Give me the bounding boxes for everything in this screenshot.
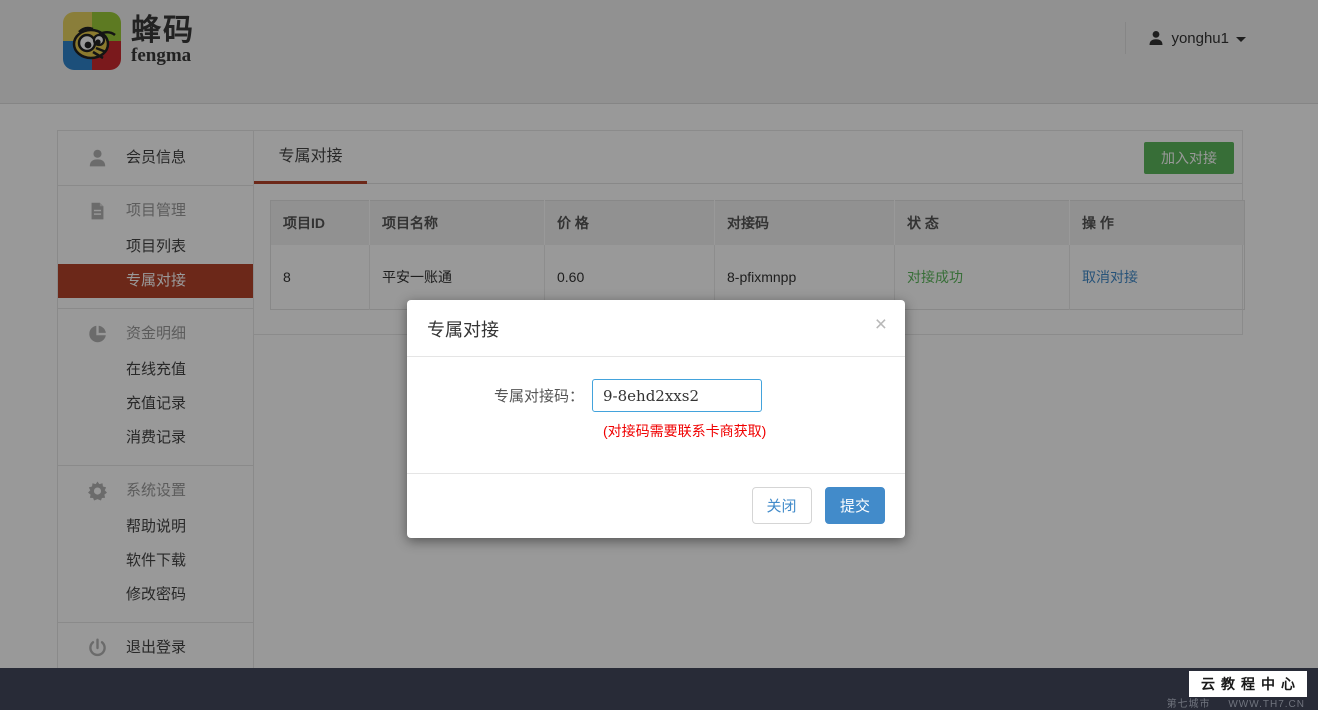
docking-code-form-row: 专属对接码： bbox=[427, 379, 885, 412]
close-button[interactable]: 关闭 bbox=[752, 487, 812, 524]
docking-code-hint: (对接码需要联系卡商获取) bbox=[603, 421, 885, 441]
exclusive-docking-modal: 专属对接 × 专属对接码： (对接码需要联系卡商获取) 关闭 提交 bbox=[407, 300, 905, 538]
modal-body: 专属对接码： (对接码需要联系卡商获取) bbox=[407, 357, 905, 459]
submit-button[interactable]: 提交 bbox=[825, 487, 885, 524]
page: 蜂码 fengma yonghu1 会员信息 bbox=[0, 0, 1318, 710]
modal-footer: 关闭 提交 bbox=[407, 473, 905, 538]
cloud-tutorial-badge[interactable]: 云教程中心 bbox=[1189, 671, 1307, 697]
docking-code-label: 专属对接码： bbox=[427, 385, 592, 406]
modal-header: 专属对接 × bbox=[407, 300, 905, 357]
modal-title: 专属对接 bbox=[427, 320, 499, 340]
watermark-site-url: WWW.TH7.CN bbox=[1228, 699, 1305, 710]
docking-code-input[interactable] bbox=[592, 379, 762, 412]
site-watermark: 第七城市 WWW.TH7.CN bbox=[1167, 695, 1305, 710]
watermark-site-name: 第七城市 bbox=[1167, 699, 1211, 710]
close-icon[interactable]: × bbox=[875, 314, 887, 335]
